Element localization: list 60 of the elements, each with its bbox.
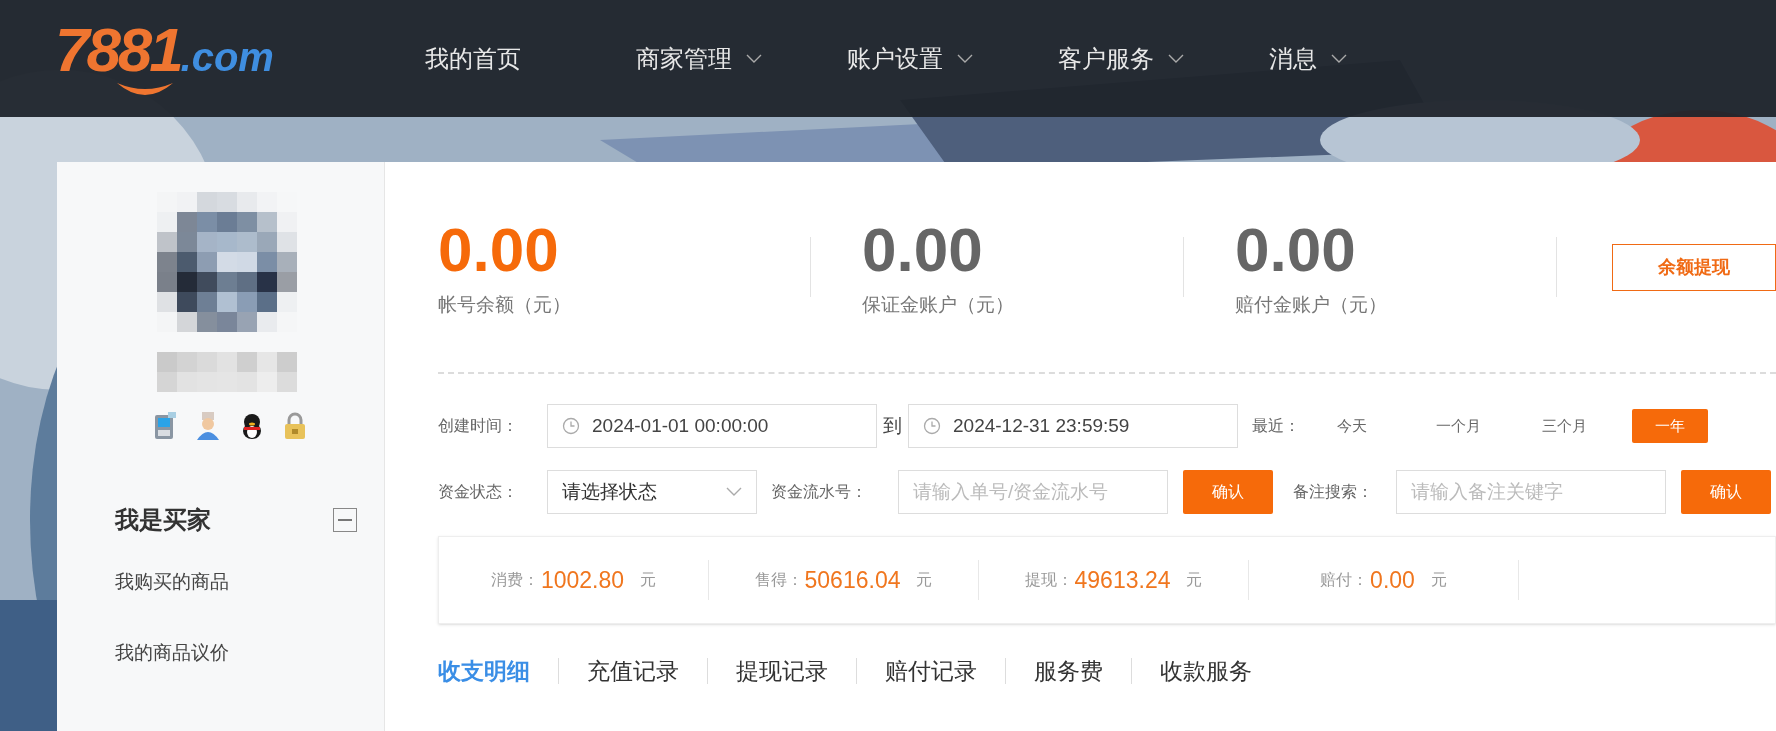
balance-amount: 0.00: [1235, 214, 1357, 285]
nav-link[interactable]: 我的首页: [425, 40, 636, 77]
record-tab[interactable]: 充值记录: [587, 654, 679, 689]
person-icon[interactable]: [196, 412, 220, 440]
balance-amount: 0.00: [438, 214, 560, 285]
summary-value: 0.00: [1370, 565, 1415, 595]
record-tab[interactable]: 赔付记录: [885, 654, 977, 689]
chevron-down-icon: [957, 53, 973, 64]
start-date-field[interactable]: 2024-01-01 00:00:00: [547, 404, 877, 448]
clock-icon: [923, 417, 941, 435]
nav-link[interactable]: 消息: [1269, 40, 1480, 77]
section-title: 我是买家: [115, 505, 211, 535]
currency-unit: 元: [640, 570, 657, 590]
currency-unit: 元: [916, 570, 933, 590]
summary-label: 赔付：: [1320, 570, 1369, 590]
time-range-option[interactable]: 今天: [1314, 409, 1390, 443]
field-label: 最近：: [1252, 416, 1301, 436]
balance-label: 帐号余额（元）: [438, 292, 572, 317]
balance-amount: 0.00: [862, 214, 984, 285]
logo-domain: .com: [180, 36, 274, 77]
record-tab[interactable]: 服务费: [1034, 654, 1103, 689]
nav-link[interactable]: 客户服务: [1058, 40, 1269, 77]
currency-unit: 元: [1430, 570, 1447, 590]
collapse-toggle[interactable]: [333, 508, 357, 532]
time-range-option[interactable]: 三个月: [1526, 409, 1602, 443]
balance-label: 保证金账户（元）: [862, 292, 1015, 317]
record-tab[interactable]: 收款服务: [1160, 654, 1252, 689]
range-separator: 到: [882, 413, 903, 438]
penguin-icon[interactable]: [240, 412, 264, 440]
phone-icon[interactable]: [154, 412, 176, 440]
sidebar-link[interactable]: 我的商品议价: [115, 638, 229, 667]
field-label: 创建时间：: [438, 416, 519, 436]
chevron-down-icon: [1331, 53, 1347, 64]
sidebar-link[interactable]: 我购买的商品: [115, 568, 229, 597]
balance-label: 赔付金账户（元）: [1235, 292, 1388, 317]
summary-value: 50616.04: [804, 565, 901, 595]
site-logo[interactable]: 7881.com: [55, 18, 315, 99]
end-date-field[interactable]: 2024-12-31 23:59:59: [908, 404, 1238, 448]
status-select[interactable]: 请选择状态: [547, 470, 757, 514]
summary-value: 1002.80: [540, 565, 625, 595]
chevron-down-icon: [1168, 53, 1184, 64]
padlock-icon[interactable]: [284, 412, 306, 440]
field-label: 资金流水号：: [771, 482, 868, 502]
serial-number-input[interactable]: 请输入单号/资金流水号: [898, 470, 1168, 514]
remark-search-input[interactable]: 请输入备注关键字: [1396, 470, 1666, 514]
summary-value: 49613.24: [1074, 565, 1171, 595]
summary-label: 消费：: [490, 570, 539, 590]
field-label: 备注搜索：: [1293, 482, 1374, 502]
clock-icon: [562, 417, 580, 435]
chevron-down-icon: [746, 53, 762, 64]
time-range-option[interactable]: 一个月: [1420, 409, 1496, 443]
record-tab[interactable]: 提现记录: [736, 654, 828, 689]
currency-unit: 元: [1186, 570, 1203, 590]
nav-link[interactable]: 商家管理: [636, 40, 847, 77]
summary-label: 提现：: [1024, 570, 1073, 590]
logo-number: 7881: [55, 18, 181, 81]
summary-label: 售得：: [754, 570, 803, 590]
nav-link[interactable]: 账户设置: [847, 40, 1058, 77]
chevron-down-icon: [726, 487, 742, 497]
field-label: 资金状态：: [438, 482, 519, 502]
